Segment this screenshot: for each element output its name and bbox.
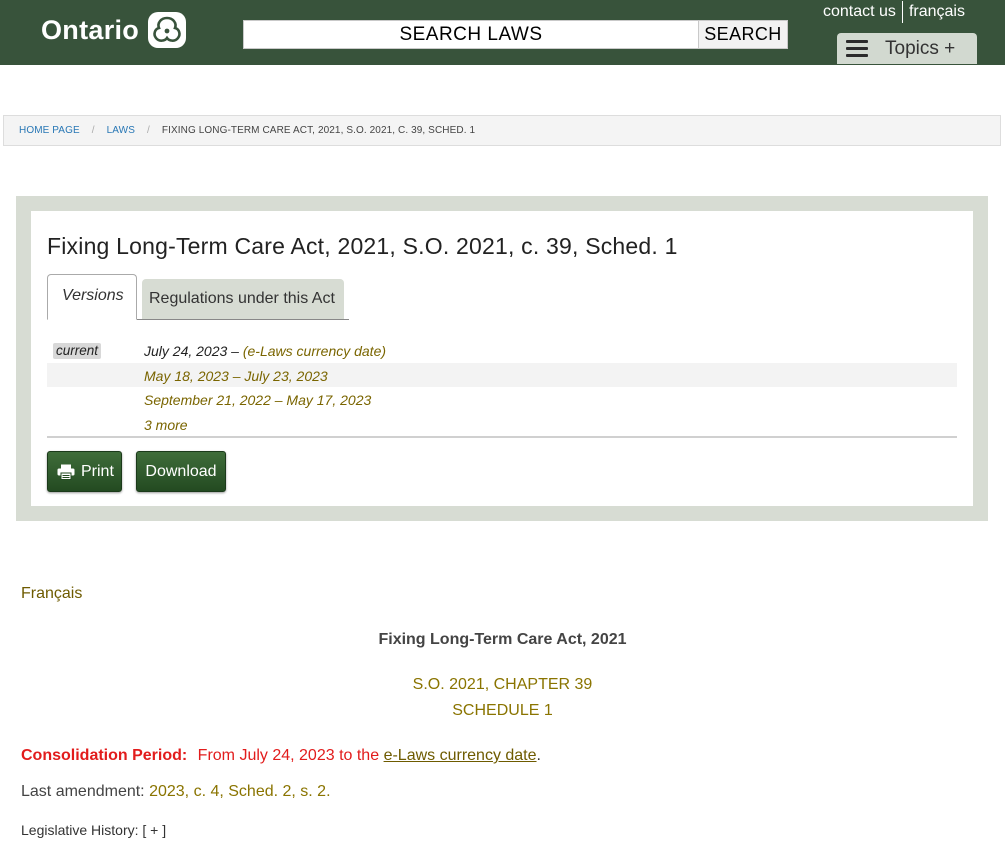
- contact-us-link[interactable]: contact us: [823, 3, 896, 21]
- site-header: Ontario SEARCH contact us français Topic…: [0, 0, 1005, 65]
- download-button[interactable]: Download: [136, 451, 226, 492]
- version-row: 3 more: [47, 412, 957, 437]
- legislative-history-label: Legislative History:: [21, 822, 139, 838]
- trillium-icon: [148, 12, 187, 48]
- top-links: contact us français: [823, 0, 965, 24]
- breadcrumb-current: FIXING LONG-TERM CARE ACT, 2021, S.O. 20…: [161, 125, 476, 136]
- breadcrumb-home[interactable]: HOME PAGE: [19, 125, 80, 136]
- version-row: September 21, 2022 – May 17, 2023: [47, 387, 957, 412]
- french-version-link[interactable]: Français: [21, 585, 82, 603]
- french-language-link[interactable]: français: [909, 3, 965, 21]
- schedule-heading: SCHEDULE 1: [452, 702, 553, 719]
- document-title: Fixing Long-Term Care Act, 2021: [378, 631, 627, 648]
- version-link[interactable]: May 18, 2023 – July 23, 2023: [144, 368, 328, 384]
- print-label: Print: [81, 462, 114, 480]
- currency-date-link[interactable]: e-Laws currency date: [384, 747, 537, 764]
- current-version-date: July 24, 2023 –: [144, 343, 239, 359]
- legislative-history: Legislative History: [ + ]: [21, 822, 166, 838]
- consolidation-end: .: [536, 747, 541, 764]
- consolidation-period: Consolidation Period: From July 24, 2023…: [21, 747, 541, 765]
- search-form: SEARCH: [243, 20, 788, 49]
- search-button[interactable]: SEARCH: [698, 20, 788, 49]
- breadcrumb: HOME PAGE / LAWS / FIXING LONG-TERM CARE…: [3, 115, 1001, 146]
- legislative-history-toggle[interactable]: [ + ]: [142, 822, 166, 838]
- version-row: current July 24, 2023 – (e-Laws currency…: [47, 338, 957, 363]
- consolidation-label: Consolidation Period:: [21, 747, 188, 764]
- topics-menu-button[interactable]: Topics +: [837, 33, 977, 64]
- logo-text: Ontario: [41, 14, 140, 45]
- download-label: Download: [145, 462, 217, 480]
- printer-icon: [57, 464, 75, 480]
- breadcrumb-laws[interactable]: LAWS: [107, 125, 135, 136]
- breadcrumb-separator: /: [91, 125, 95, 136]
- versions-list: current July 24, 2023 – (e-Laws currency…: [47, 338, 957, 436]
- currency-date-link[interactable]: (e-Laws currency date): [243, 343, 386, 359]
- version-link[interactable]: September 21, 2022 – May 17, 2023: [144, 392, 371, 408]
- last-amendment-value: 2023, c. 4, Sched. 2, s. 2.: [149, 783, 331, 800]
- hamburger-icon: [846, 40, 868, 57]
- ontario-logo[interactable]: Ontario: [41, 11, 187, 49]
- link-divider: [901, 1, 903, 23]
- print-button[interactable]: Print: [47, 451, 122, 492]
- consolidation-text: From July 24, 2023 to the: [197, 747, 380, 764]
- current-badge: current: [53, 343, 102, 359]
- tab-regulations[interactable]: Regulations under this Act: [142, 279, 344, 319]
- act-title: Fixing Long-Term Care Act, 2021, S.O. 20…: [47, 233, 678, 259]
- version-row: May 18, 2023 – July 23, 2023: [47, 362, 957, 387]
- breadcrumb-separator: /: [147, 125, 150, 136]
- search-input[interactable]: [243, 20, 698, 49]
- chapter-heading: S.O. 2021, CHAPTER 39: [412, 676, 593, 693]
- more-versions-link[interactable]: 3 more: [144, 417, 188, 433]
- last-amendment-label: Last amendment:: [21, 783, 145, 800]
- last-amendment: Last amendment: 2023, c. 4, Sched. 2, s.…: [21, 783, 331, 801]
- tab-versions[interactable]: Versions: [47, 274, 137, 320]
- versions-divider: [47, 436, 957, 438]
- topics-label: Topics +: [885, 37, 956, 59]
